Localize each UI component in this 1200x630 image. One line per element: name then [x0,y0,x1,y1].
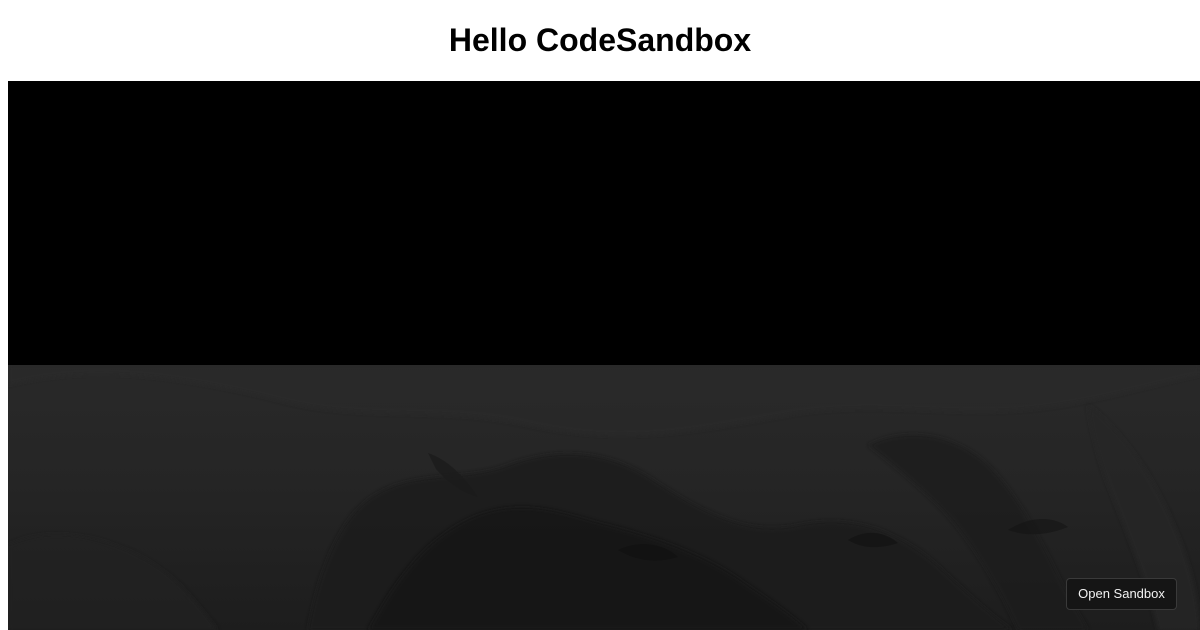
open-sandbox-button[interactable]: Open Sandbox [1066,578,1177,610]
page-title: Hello CodeSandbox [448,22,752,58]
painted-texture [8,365,1200,630]
preview-black-area [8,81,1200,365]
sandbox-preview [8,81,1200,630]
background-texture-image [8,365,1200,630]
